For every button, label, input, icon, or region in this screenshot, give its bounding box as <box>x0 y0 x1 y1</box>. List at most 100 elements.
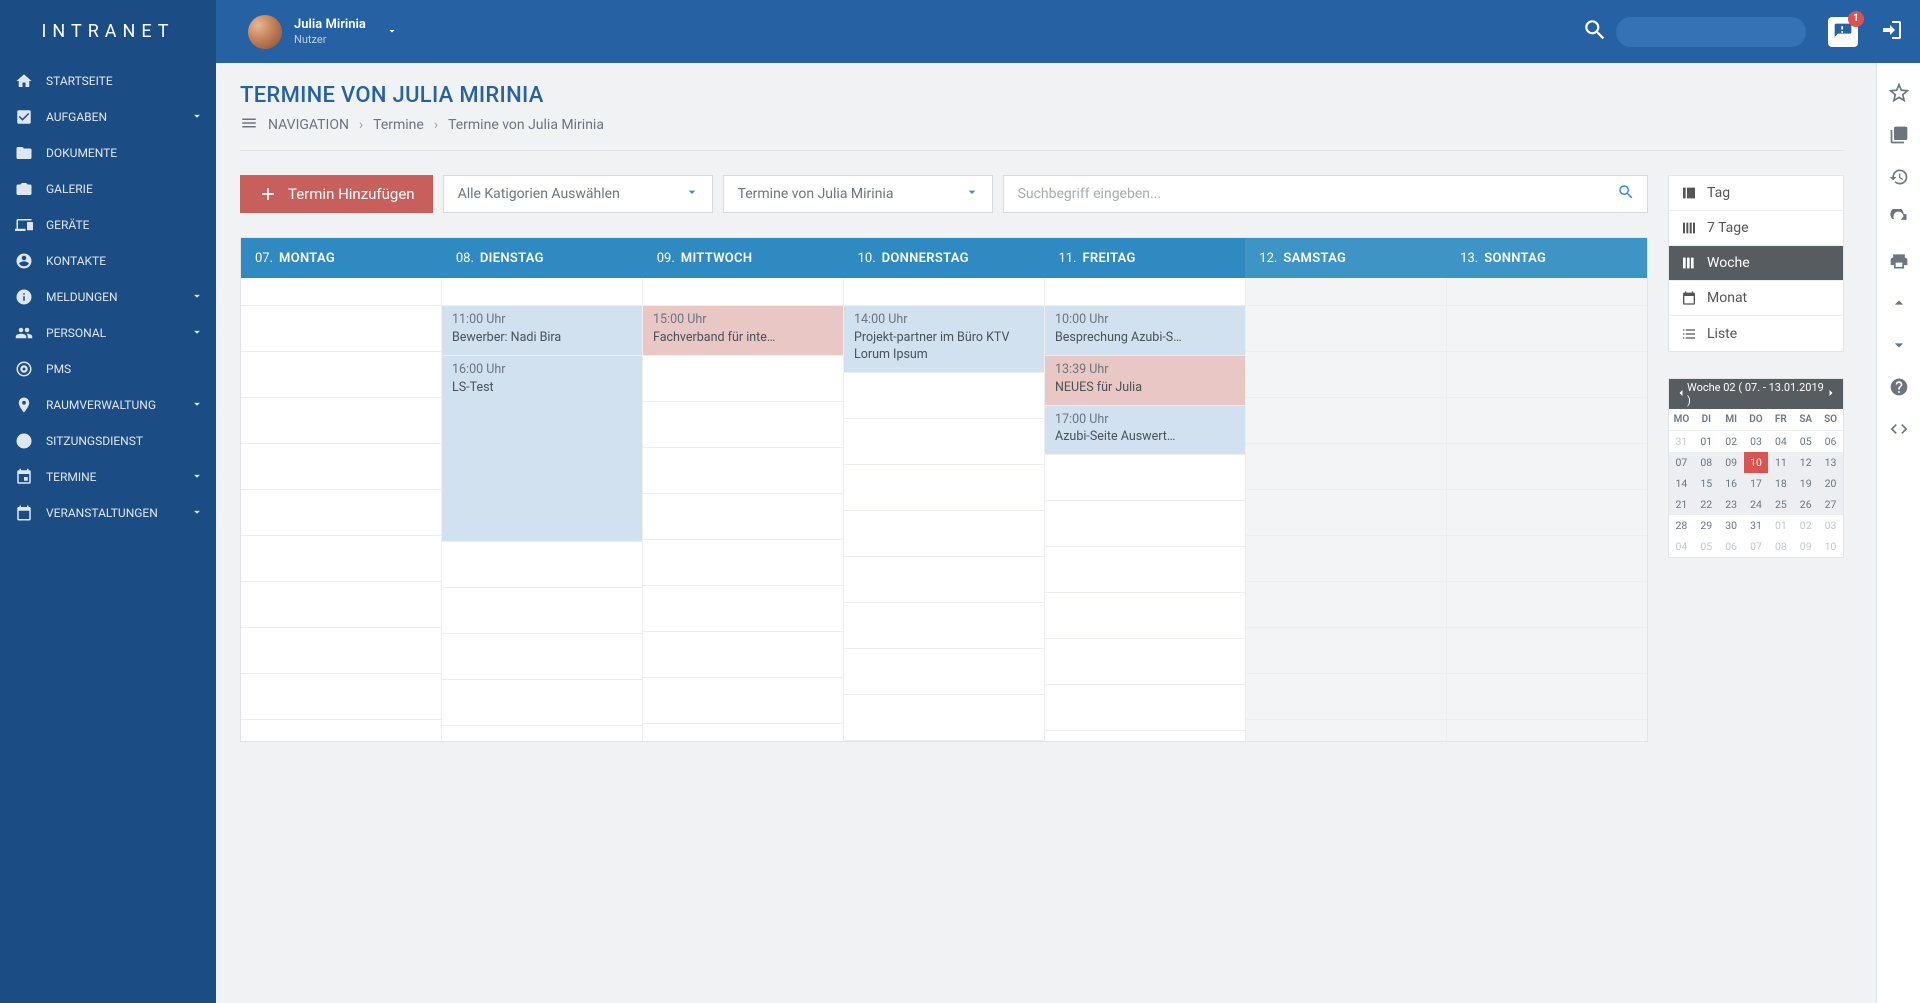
minical-day[interactable]: 21 <box>1669 494 1694 515</box>
minical-day[interactable]: 07 <box>1744 536 1769 557</box>
topbar-search-input[interactable] <box>1616 17 1806 47</box>
minical-day[interactable]: 13 <box>1818 452 1843 473</box>
filter-search-input[interactable] <box>1004 176 1647 212</box>
logout-button[interactable] <box>1880 18 1904 46</box>
star-button[interactable] <box>1887 81 1911 105</box>
code-button[interactable] <box>1887 417 1911 441</box>
minical-day[interactable]: 28 <box>1669 515 1694 536</box>
calendar-event[interactable]: 16:00 UhrLS-Test <box>442 356 642 542</box>
sidebar-item-kontakte[interactable]: KONTAKTE <box>0 243 216 279</box>
day-column[interactable]: 11:00 UhrBewerber: Nadi Bira16:00 UhrLS-… <box>442 278 643 741</box>
sidebar-item-geräte[interactable]: GERÄTE <box>0 207 216 243</box>
minical-day[interactable]: 01 <box>1694 431 1719 452</box>
day-column[interactable]: 10:00 UhrBesprechung Azubi-S…13:39 UhrNE… <box>1045 278 1246 741</box>
sidebar-item-galerie[interactable]: GALERIE <box>0 171 216 207</box>
view-tag[interactable]: Tag <box>1669 176 1843 211</box>
view-7tage[interactable]: 7 Tage <box>1669 211 1843 246</box>
sidebar-item-aufgaben[interactable]: AUFGABEN <box>0 99 216 135</box>
minical-day[interactable]: 16 <box>1719 473 1744 494</box>
sidebar-item-pms[interactable]: PMS <box>0 351 216 387</box>
minical-day[interactable]: 15 <box>1694 473 1719 494</box>
minical-day[interactable]: 03 <box>1818 515 1843 536</box>
search-icon[interactable] <box>1582 17 1608 47</box>
minical-prev[interactable] <box>1675 387 1687 402</box>
alerts-button[interactable]: 1 <box>1828 17 1858 47</box>
minical-day[interactable]: 25 <box>1768 494 1793 515</box>
minical-day[interactable]: 09 <box>1719 452 1744 473</box>
minical-day[interactable]: 09 <box>1793 536 1818 557</box>
filter-search[interactable] <box>1003 175 1648 213</box>
sidebar-item-meldungen[interactable]: MELDUNGEN <box>0 279 216 315</box>
minical-day[interactable]: 20 <box>1818 473 1843 494</box>
minical-day[interactable]: 05 <box>1694 536 1719 557</box>
user-menu[interactable]: Julia Mirinia Nutzer <box>248 15 398 49</box>
minical-day[interactable]: 05 <box>1793 431 1818 452</box>
minical-day[interactable]: 22 <box>1694 494 1719 515</box>
minical-day[interactable]: 03 <box>1744 431 1769 452</box>
calendar-event[interactable]: 13:39 UhrNEUES für Julia <box>1045 356 1245 406</box>
library-button[interactable] <box>1887 123 1911 147</box>
minical-day[interactable]: 04 <box>1768 431 1793 452</box>
arrow-down-button[interactable] <box>1887 333 1911 357</box>
sidebar-item-sitzungsdienst[interactable]: SITZUNGSDIENST <box>0 423 216 459</box>
sidebar-item-termine[interactable]: TERMINE <box>0 459 216 495</box>
minical-day[interactable]: 06 <box>1818 431 1843 452</box>
minical-day[interactable]: 27 <box>1818 494 1843 515</box>
minical-day[interactable]: 01 <box>1768 515 1793 536</box>
view-liste[interactable]: Liste <box>1669 316 1843 351</box>
view-monat[interactable]: Monat <box>1669 281 1843 316</box>
calendar-event[interactable]: 15:00 UhrFachverband für inte… <box>643 306 843 356</box>
minical-day[interactable]: 07 <box>1669 452 1694 473</box>
breadcrumb-leaf[interactable]: Termine von Julia Mirinia <box>448 117 604 133</box>
arrow-up-button[interactable] <box>1887 291 1911 315</box>
minical-day[interactable]: 14 <box>1669 473 1694 494</box>
minical-day[interactable]: 11 <box>1768 452 1793 473</box>
day-column[interactable] <box>1246 278 1447 741</box>
calendar-event[interactable]: 14:00 UhrProjekt-partner im Büro KTV Lor… <box>844 306 1044 373</box>
minical-day[interactable]: 31 <box>1669 431 1694 452</box>
search-icon[interactable] <box>1617 183 1635 205</box>
minical-day[interactable]: 10 <box>1818 536 1843 557</box>
history-button[interactable] <box>1887 165 1911 189</box>
calendar-select[interactable]: Termine von Julia Mirinia <box>723 175 993 213</box>
sidebar-item-personal[interactable]: PERSONAL <box>0 315 216 351</box>
minical-day[interactable]: 06 <box>1719 536 1744 557</box>
sidebar-item-startseite[interactable]: STARTSEITE <box>0 63 216 99</box>
minical-day[interactable]: 23 <box>1719 494 1744 515</box>
add-appointment-button[interactable]: Termin Hinzufügen <box>240 175 433 213</box>
minical-day[interactable]: 02 <box>1793 515 1818 536</box>
minical-day[interactable]: 24 <box>1744 494 1769 515</box>
minical-day[interactable]: 18 <box>1768 473 1793 494</box>
minical-day[interactable]: 10 <box>1744 452 1769 473</box>
minical-day[interactable]: 02 <box>1719 431 1744 452</box>
minical-day[interactable]: 08 <box>1694 452 1719 473</box>
minical-next[interactable] <box>1825 387 1837 402</box>
view-woche[interactable]: Woche <box>1669 246 1843 281</box>
minical-day[interactable]: 04 <box>1669 536 1694 557</box>
sidebar-item-raumverwaltung[interactable]: RAUMVERWALTUNG <box>0 387 216 423</box>
day-column[interactable] <box>241 278 442 741</box>
minical-day[interactable]: 29 <box>1694 515 1719 536</box>
refresh-button[interactable] <box>1887 207 1911 231</box>
calendar-event[interactable]: 11:00 UhrBewerber: Nadi Bira <box>442 306 642 356</box>
print-button[interactable] <box>1887 249 1911 273</box>
minical-day[interactable]: 19 <box>1793 473 1818 494</box>
breadcrumb-mid[interactable]: Termine <box>373 117 424 133</box>
menu-icon[interactable] <box>240 114 258 136</box>
minical-day[interactable]: 08 <box>1768 536 1793 557</box>
day-column[interactable] <box>1447 278 1647 741</box>
minical-day[interactable]: 31 <box>1744 515 1769 536</box>
help-button[interactable] <box>1887 375 1911 399</box>
breadcrumb-root[interactable]: NAVIGATION <box>268 117 349 133</box>
day-column[interactable]: 15:00 UhrFachverband für inte… <box>643 278 844 741</box>
sidebar-item-veranstaltungen[interactable]: VERANSTALTUNGEN <box>0 495 216 531</box>
sidebar-item-dokumente[interactable]: DOKUMENTE <box>0 135 216 171</box>
minical-day[interactable]: 17 <box>1744 473 1769 494</box>
minical-day[interactable]: 12 <box>1793 452 1818 473</box>
category-select[interactable]: Alle Katigorien Auswählen <box>443 175 713 213</box>
calendar-event[interactable]: 17:00 UhrAzubi-Seite Auswert… <box>1045 406 1245 456</box>
calendar-event[interactable]: 10:00 UhrBesprechung Azubi-S… <box>1045 306 1245 356</box>
minical-day[interactable]: 26 <box>1793 494 1818 515</box>
minical-day[interactable]: 30 <box>1719 515 1744 536</box>
day-column[interactable]: 14:00 UhrProjekt-partner im Büro KTV Lor… <box>844 278 1045 741</box>
